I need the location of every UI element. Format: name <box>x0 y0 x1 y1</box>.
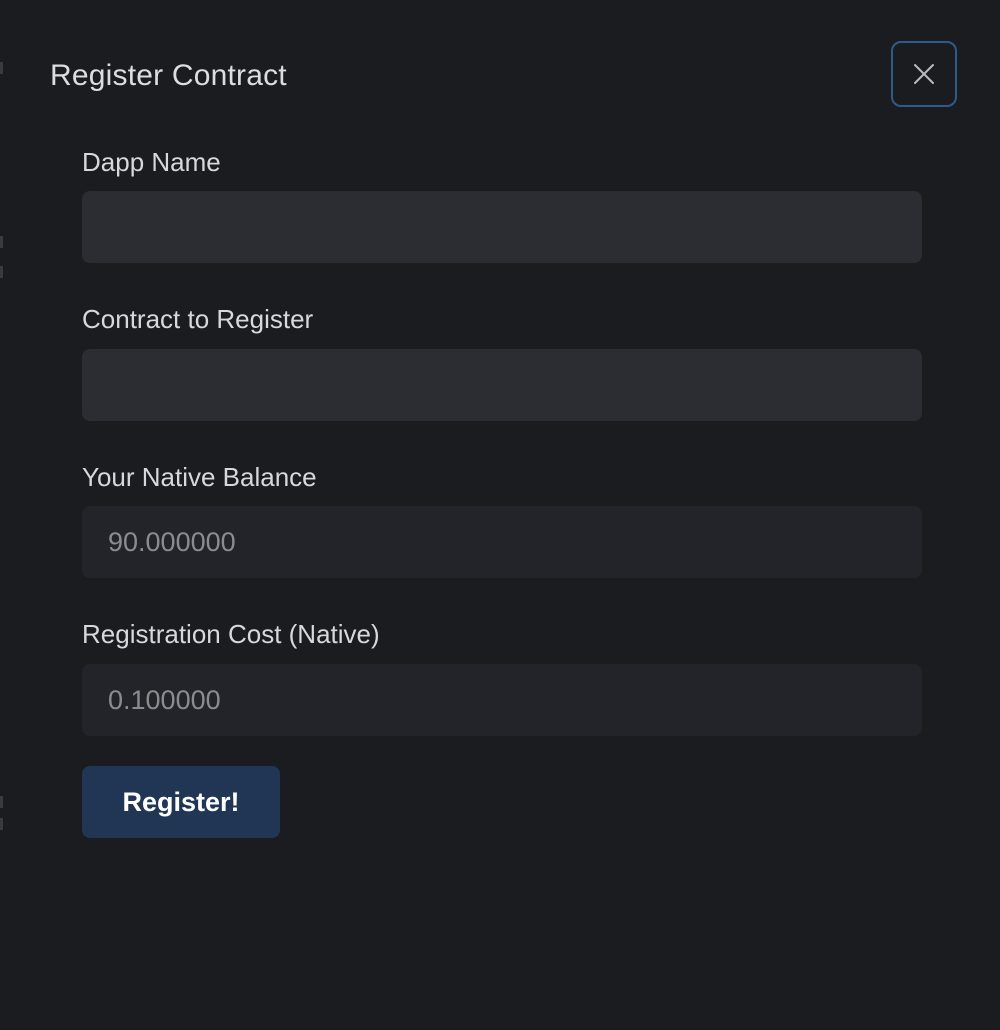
backdrop-mark <box>0 236 3 248</box>
registration-cost-field <box>82 664 922 736</box>
close-icon <box>914 64 934 84</box>
registration-cost-label: Registration Cost (Native) <box>82 619 380 649</box>
backdrop-mark <box>0 796 3 808</box>
backdrop-mark <box>0 818 3 830</box>
backdrop-mark <box>0 62 3 74</box>
native-balance-label: Your Native Balance <box>82 462 317 492</box>
modal-title: Register Contract <box>50 59 287 92</box>
backdrop-mark <box>0 266 3 278</box>
close-button[interactable] <box>891 41 957 107</box>
register-contract-modal: Register Contract Dapp Name Contract to … <box>0 0 1000 1030</box>
native-balance-field <box>82 506 922 578</box>
dapp-name-input[interactable] <box>82 191 922 263</box>
register-button[interactable]: Register! <box>82 766 280 838</box>
contract-input[interactable] <box>82 349 922 421</box>
contract-label: Contract to Register <box>82 304 314 334</box>
dapp-name-label: Dapp Name <box>82 147 221 177</box>
